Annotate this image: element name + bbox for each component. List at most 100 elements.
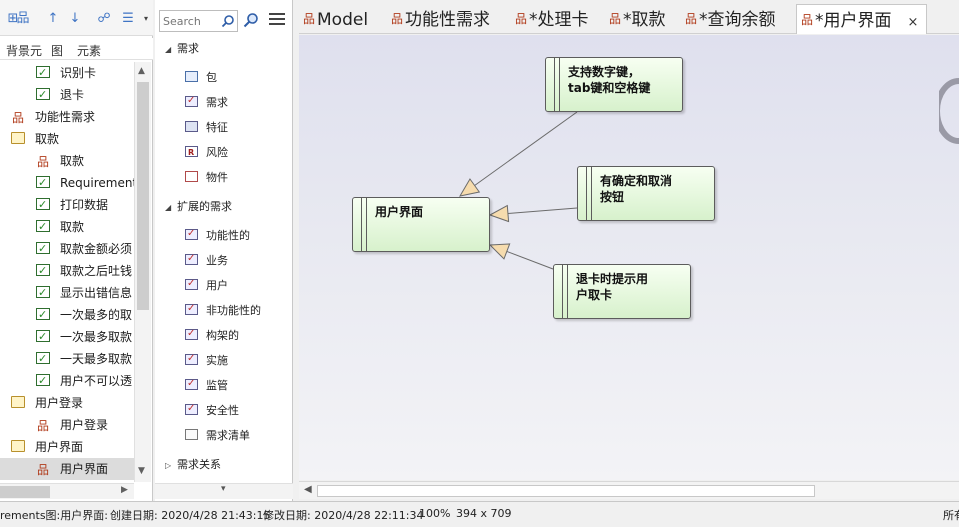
toolbox-item[interactable]: 非功能性的 [185, 299, 261, 321]
connector-line[interactable] [474, 111, 578, 186]
toolbox-item[interactable]: 需求 [185, 91, 228, 113]
toolbox-scroll-down[interactable]: ▾ [155, 483, 293, 499]
collapse-icon[interactable]: ◢ [165, 45, 177, 54]
toolbox-section-header[interactable]: ◢ 扩展的需求 [165, 198, 232, 214]
search-icon[interactable] [221, 14, 235, 28]
tree-scroll-thumb[interactable] [137, 82, 149, 310]
browser-tab-context[interactable]: 背景元 [6, 42, 42, 59]
diagram-tab[interactable]: 品 *处理卡 [515, 6, 589, 32]
requirement-node-buttons[interactable]: 有确定和取消 按钮 [577, 166, 715, 221]
close-icon[interactable]: × [908, 15, 919, 30]
diagram-tab-label: *取款 [623, 10, 666, 30]
diagram-icon: 品 [11, 111, 24, 125]
tree-item[interactable]: 取款 [0, 128, 134, 150]
tree-horizontal-scrollbar[interactable]: ▶ [0, 483, 134, 499]
toolbox-item[interactable]: 包 [185, 68, 217, 88]
scroll-down-icon[interactable]: ▼ [138, 466, 145, 476]
diagram-icon: 品 [36, 463, 49, 477]
tree-item[interactable]: Requirement [0, 172, 134, 194]
tree-item[interactable]: 一次最多的取 [0, 304, 134, 326]
tree-item[interactable]: 用户不可以透 [0, 370, 134, 392]
requirement-node-ui[interactable]: 用户界面 [352, 197, 490, 252]
diagram-tab[interactable]: 品功能性需求 [391, 6, 490, 32]
toolbox-item[interactable]: 需求清单 [185, 426, 250, 446]
diagram-tab-label: *查询余额 [699, 10, 776, 30]
tree-item[interactable]: 退卡 [0, 84, 134, 106]
tree-item[interactable]: 用户登录 [0, 392, 134, 414]
tree-item[interactable]: 打印数据 [0, 194, 134, 216]
tree-item[interactable]: 品用户登录 [0, 414, 134, 436]
dropdown-arrow-icon[interactable]: ▾ [137, 10, 155, 28]
canvas-scroll-thumb[interactable] [317, 485, 815, 497]
diagram-tab[interactable]: 品 *查询余额 [685, 6, 776, 32]
browser-tabs: 背景元 图 元素 [0, 38, 153, 60]
tree-item-label: 退卡 [60, 88, 85, 102]
tree-item-label: 显示出错信息 [60, 286, 133, 300]
browser-tab-element[interactable]: 元素 [77, 42, 101, 59]
diagram-tab[interactable]: 品 *取款 [609, 6, 666, 32]
scroll-up-icon[interactable]: ▲ [138, 66, 145, 76]
chevron-down-icon[interactable]: ▾ [221, 484, 226, 494]
new-diagram-icon[interactable]: 品 [14, 10, 32, 28]
move-up-icon[interactable]: ↑ [44, 10, 62, 28]
tree-item-label: 打印数据 [60, 198, 109, 212]
diagram-tab[interactable]: 品 *用户界面 × [796, 4, 928, 34]
diagram-tab[interactable]: 品 Model [303, 6, 368, 32]
more-actions-icon[interactable]: ☰ [119, 10, 137, 28]
find-icon[interactable] [243, 12, 259, 28]
requirement-icon [185, 374, 198, 394]
toolbox-menu-icon[interactable] [269, 13, 285, 27]
tree-item[interactable]: 取款之后吐钱 [0, 260, 134, 282]
browser-tab-diagram[interactable]: 图 [51, 42, 63, 59]
toolbox-item[interactable]: 安全性 [185, 399, 239, 421]
tree-hscroll-thumb[interactable] [0, 486, 50, 498]
project-tree: 识别卡退卡品功能性需求取款品取款Requirement打印数据取款取款金额必须取… [0, 62, 134, 482]
connector-line[interactable] [507, 207, 578, 215]
expand-icon[interactable]: ▷ [165, 461, 177, 470]
canvas-horizontal-scrollbar[interactable]: ◀ [299, 481, 959, 499]
status-diagram-size: 394 x 709 [456, 507, 512, 520]
toolbox-item[interactable]: 风险 [185, 143, 228, 163]
tree-item[interactable]: 一天最多取款 [0, 348, 134, 370]
tree-item[interactable]: 取款 [0, 216, 134, 238]
scroll-left-icon[interactable]: ◀ [304, 484, 312, 495]
toolbox-item[interactable]: 功能性的 [185, 224, 250, 246]
tree-item[interactable]: 一次最多取款 [0, 326, 134, 348]
toolbox-section-header[interactable]: ▷ 需求关系 [165, 456, 221, 472]
requirement-node-eject[interactable]: 退卡时提示用 户取卡 [553, 264, 691, 319]
diagram-icon: 品 [609, 12, 622, 26]
toolbox-search-input[interactable] [163, 13, 219, 29]
tree-item-label: 用户登录 [60, 418, 109, 432]
tree-item[interactable]: 识别卡 [0, 62, 134, 84]
toolbox-item[interactable]: 实施 [185, 349, 228, 371]
toolbox-item-label: 需求 [206, 96, 228, 109]
collapse-icon[interactable]: ◢ [165, 203, 177, 212]
toolbox-item[interactable]: 特征 [185, 118, 228, 138]
toolbox-item[interactable]: 用户 [185, 274, 228, 296]
toolbox-panel: ◢需求包需求特征风险物件 ◢扩展的需求功能性的业务用户非功能性的构架的实施监管安全… [155, 0, 293, 501]
requirement-check-icon [36, 326, 50, 348]
tree-item[interactable]: 取款金额必须 [0, 238, 134, 260]
project-browser-toolbar: ⊞ 品 ↑ ↓ ☍ ☰ ▾ [0, 0, 153, 36]
move-down-icon[interactable]: ↓ [66, 10, 84, 28]
tree-vertical-scrollbar[interactable]: ▲ ▼ [134, 62, 151, 482]
link-icon[interactable]: ☍ [95, 10, 113, 28]
tree-item[interactable]: 品用户界面 [0, 458, 134, 480]
tree-item[interactable]: 用户界面 [0, 436, 134, 458]
diagram-tab-label: 功能性需求 [405, 10, 490, 30]
toolbox-section-header[interactable]: ◢ 需求 [165, 40, 199, 56]
connector-line[interactable] [506, 250, 554, 270]
tree-item-label: 取款金额必须 [60, 242, 133, 256]
diagram-canvas[interactable]: 支持数字键， tab键和空格键 有确定和取消 按钮 用户界面 退卡时提示用 户取… [299, 35, 959, 480]
requirement-check-icon [36, 172, 50, 194]
toolbox-item[interactable]: 构架的 [185, 324, 239, 346]
toolbox-search-box[interactable] [159, 10, 238, 32]
toolbox-item[interactable]: 监管 [185, 374, 228, 396]
toolbox-item[interactable]: 业务 [185, 249, 228, 271]
scroll-right-icon[interactable]: ▶ [121, 485, 128, 495]
toolbox-item[interactable]: 物件 [185, 168, 228, 188]
tree-item[interactable]: 品取款 [0, 150, 134, 172]
requirement-node-keys[interactable]: 支持数字键， tab键和空格键 [545, 57, 683, 112]
tree-item[interactable]: 品功能性需求 [0, 106, 134, 128]
tree-item[interactable]: 显示出错信息 [0, 282, 134, 304]
